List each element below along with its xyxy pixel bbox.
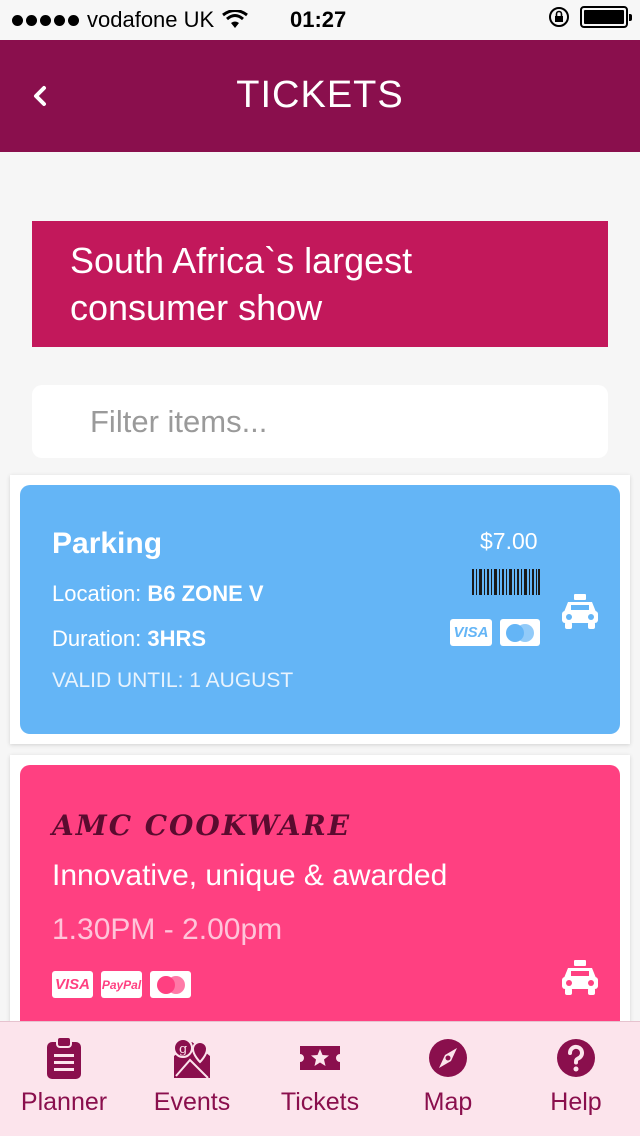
visa-logo: VISA: [52, 971, 93, 998]
ticket-card-container: AMC COOKWARE Innovative, unique & awarde…: [10, 755, 630, 1065]
taxi-icon: [562, 594, 598, 629]
svg-text:g: g: [179, 1042, 187, 1057]
wifi-icon: [222, 10, 249, 28]
banner-line-1: South Africa`s largest: [70, 240, 413, 281]
ticket-name: AMC COOKWARE: [52, 809, 352, 842]
ticket-price: $7.00: [480, 528, 538, 554]
ticket-name: Parking: [52, 527, 163, 560]
signal-icon: [12, 14, 79, 26]
tab-planner[interactable]: Planner: [0, 1022, 128, 1136]
carrier-info: vodafone UK: [12, 7, 249, 33]
tab-tickets[interactable]: Tickets: [256, 1022, 384, 1136]
bottom-tab-bar: Planner g Events Tickets Map Help: [0, 1021, 640, 1136]
tab-label: Tickets: [280, 1088, 360, 1116]
promo-banner: South Africa`s largest consumer show: [32, 221, 608, 347]
help-icon: [557, 1039, 595, 1077]
rotation-lock-icon: [549, 7, 569, 27]
compass-icon: [429, 1039, 467, 1077]
location-value: B6 ZONE V: [147, 581, 264, 606]
ticket-time: 1.30PM - 2.00pm: [52, 913, 283, 946]
carrier-name: vodafone UK: [87, 7, 215, 32]
mastercard-logo: [500, 619, 540, 646]
barcode-icon: [472, 569, 540, 595]
mastercard-icon: [506, 623, 534, 642]
status-right: [548, 6, 632, 28]
ticket-card-parking[interactable]: Parking Location: B6 ZONE V Duration: 3H…: [20, 485, 620, 734]
app-header: TICKETS: [0, 40, 640, 152]
ticket-tagline: Innovative, unique & awarded: [52, 859, 448, 892]
battery-icon: [580, 6, 632, 28]
paypal-logo: PayPal: [101, 971, 142, 998]
duration-value: 3HRS: [147, 626, 207, 651]
ticket-duration: Duration: 3HRS: [52, 626, 206, 652]
banner-line-2: consumer show: [70, 287, 323, 328]
ticket-card-amc-cookware[interactable]: AMC COOKWARE Innovative, unique & awarde…: [20, 765, 620, 1065]
ticket-valid-until: VALID UNTIL: 1 AUGUST: [52, 669, 294, 692]
visa-logo: VISA: [450, 619, 492, 646]
map-pin-icon: g: [173, 1038, 210, 1079]
duration-label: Duration:: [52, 626, 142, 651]
clock: 01:27: [290, 7, 347, 32]
filter-input[interactable]: [32, 385, 608, 458]
tab-help[interactable]: Help: [512, 1022, 640, 1136]
tab-label: Map: [423, 1088, 473, 1116]
taxi-icon: [562, 960, 598, 995]
ticket-location: Location: B6 ZONE V: [52, 581, 264, 607]
clipboard-icon: [47, 1036, 81, 1079]
tab-map[interactable]: Map: [384, 1022, 512, 1136]
mastercard-logo: [150, 971, 191, 998]
location-label: Location:: [52, 581, 142, 606]
tab-events[interactable]: g Events: [128, 1022, 256, 1136]
tab-label: Planner: [20, 1088, 108, 1116]
tab-label: Events: [153, 1088, 231, 1116]
tab-label: Help: [550, 1088, 602, 1116]
page-title: TICKETS: [236, 74, 404, 116]
mastercard-icon: [156, 975, 185, 994]
status-bar: vodafone UK 01:27: [0, 0, 640, 40]
ticket-star-icon: [300, 1046, 340, 1070]
ticket-card-container: Parking Location: B6 ZONE V Duration: 3H…: [10, 475, 630, 744]
